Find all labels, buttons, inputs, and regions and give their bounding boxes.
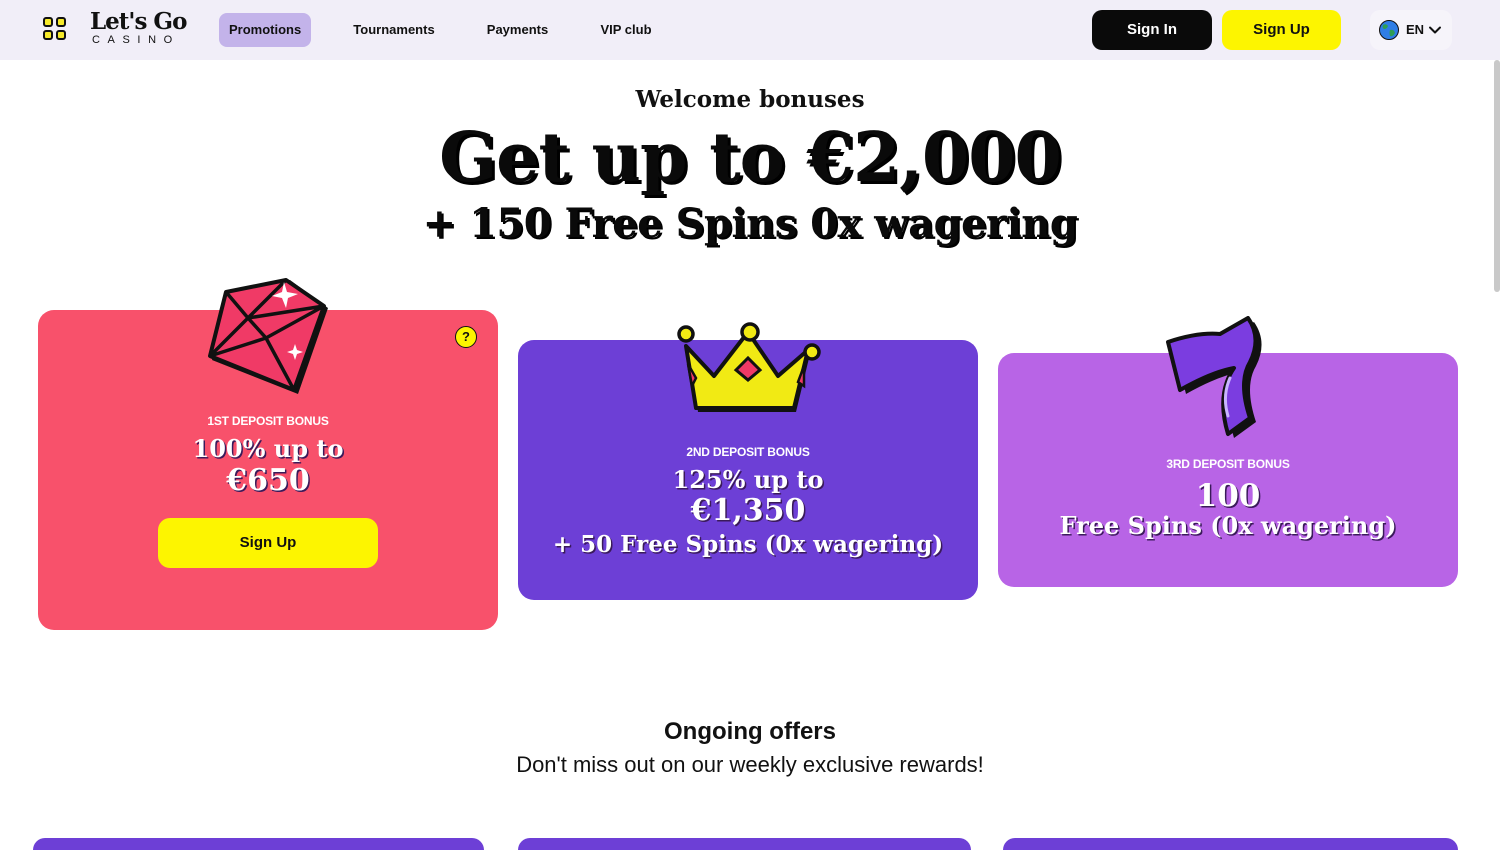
card-sign-up-button[interactable]: Sign Up [158, 518, 378, 568]
lucky-seven-icon [1166, 316, 1262, 438]
hero-headline: Get up to €2,000 [439, 118, 1062, 198]
nav-vip-club[interactable]: VIP club [595, 13, 657, 47]
language-selector[interactable]: EN [1370, 10, 1452, 50]
bonus-percentage: 100% up to [192, 434, 344, 463]
hero-subheadline: + 150 Free Spins 0x wagering [422, 200, 1078, 247]
bonus-percentage: 125% up to [672, 465, 824, 494]
nav-payments[interactable]: Payments [481, 13, 554, 47]
sign-up-button[interactable]: Sign Up [1222, 10, 1341, 50]
nav-tournaments[interactable]: Tournaments [347, 13, 441, 47]
bonus-label: 1st deposit bonus [207, 414, 329, 428]
welcome-eyebrow: Welcome bonuses [635, 86, 865, 113]
bonus-spins-count: 100 [1195, 478, 1261, 514]
crown-icon [677, 322, 821, 412]
diamond-icon [208, 278, 328, 394]
globe-icon [1379, 20, 1399, 40]
bonus-info-help-icon[interactable]: ? [455, 326, 477, 348]
bonus-free-spins: + 50 Free Spins (0x wagering) [552, 531, 944, 558]
language-code: EN [1406, 22, 1425, 37]
ongoing-offers-title: Ongoing offers [664, 718, 836, 745]
offer-card-2[interactable] [518, 838, 971, 850]
ongoing-offers-subtitle: Don't miss out on our weekly exclusive r… [516, 752, 984, 777]
bonus-label: 3rd deposit bonus [1166, 457, 1290, 471]
nav-promotions[interactable]: Promotions [219, 13, 311, 47]
sign-in-button[interactable]: Sign In [1092, 10, 1212, 50]
offer-card-3[interactable] [1003, 838, 1458, 850]
bonus-label: 2nd deposit bonus [686, 445, 810, 459]
bonus-free-spins: Free Spins (0x wagering) [1059, 511, 1397, 540]
bonus-amount: €650 [226, 463, 310, 498]
logo-subtitle: CASINO [92, 34, 180, 46]
casino-logo[interactable]: Let's Go CASINO [90, 8, 187, 46]
top-header: Let's Go CASINO Promotions Tournaments P… [0, 0, 1500, 60]
logo-wordmark: Let's Go [90, 8, 187, 35]
chevron-down-icon [1429, 26, 1441, 34]
offer-card-1[interactable] [33, 838, 484, 850]
menu-grid-icon[interactable] [43, 17, 67, 41]
bonus-amount: €1,350 [690, 493, 806, 528]
